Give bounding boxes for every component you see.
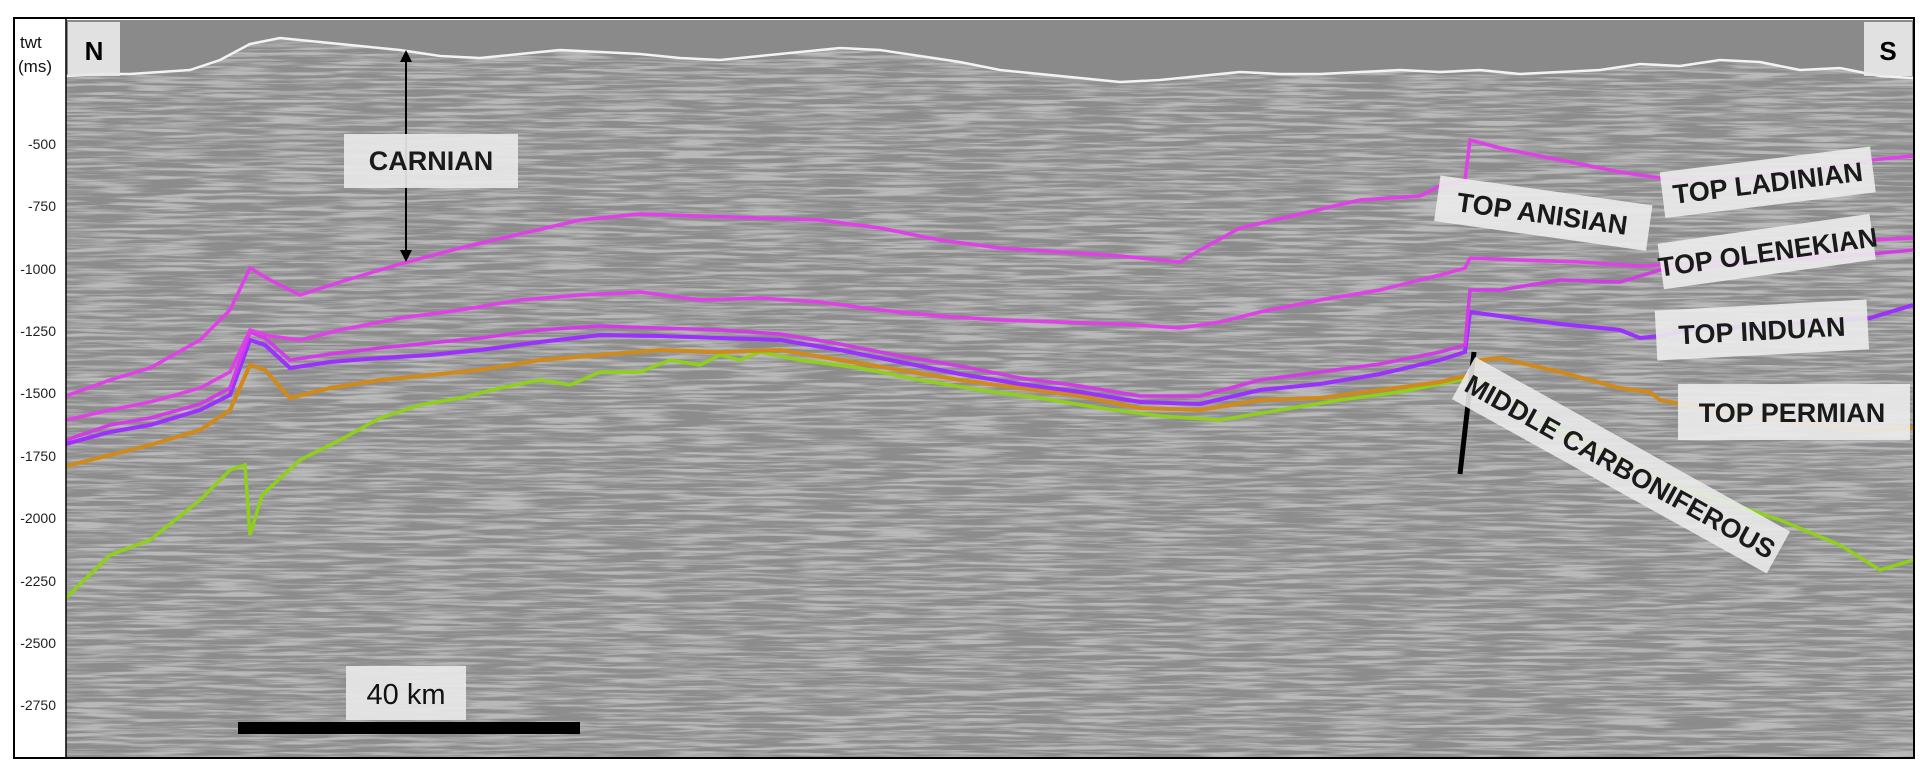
compass-south: S (1864, 22, 1912, 76)
seismic-section-figure: twt (ms) -500 -750 -1000 -1250 -1500 -17… (13, 17, 1915, 759)
svg-text:TOP PERMIAN: TOP PERMIAN (1699, 398, 1886, 428)
tick-label: -2750 (20, 697, 56, 713)
svg-text:CARNIAN: CARNIAN (369, 146, 494, 176)
tick-label: -1500 (20, 385, 56, 401)
seismic-panel (66, 20, 1913, 757)
tick-label: -2500 (20, 635, 56, 651)
y-axis-ticks: -500 -750 -1000 -1250 -1500 -1750 -2000 … (20, 136, 56, 713)
axis-title-line2: (ms) (18, 57, 52, 76)
axis-title-line1: twt (20, 33, 42, 52)
label-top-permian: TOP PERMIAN (1678, 384, 1910, 440)
tick-label: -1250 (20, 323, 56, 339)
compass-north: N (68, 22, 120, 76)
svg-text:40 km: 40 km (367, 679, 446, 711)
tick-label: -1750 (20, 448, 56, 464)
tick-label: -750 (28, 198, 56, 214)
svg-text:S: S (1879, 36, 1896, 66)
tick-label: -2250 (20, 573, 56, 589)
tick-label: -500 (28, 136, 56, 152)
svg-text:N: N (85, 36, 104, 66)
tick-label: -2000 (20, 510, 56, 526)
tick-label: -1000 (20, 261, 56, 277)
